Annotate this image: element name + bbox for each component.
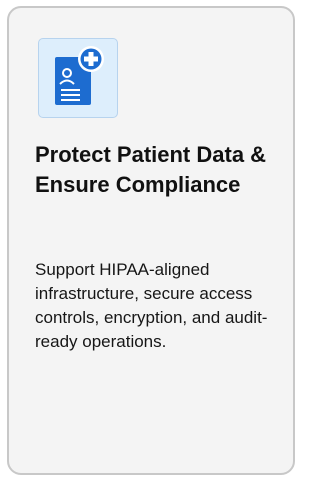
patient-data-protection-icon [55, 46, 104, 105]
icon-tile [38, 38, 118, 118]
card-description: Support HIPAA-aligned infrastructure, se… [35, 260, 268, 351]
card-title: Protect Patient Data & Ensure Compliance [35, 142, 267, 197]
feature-card: Protect Patient Data & Ensure Compliance… [7, 6, 295, 475]
